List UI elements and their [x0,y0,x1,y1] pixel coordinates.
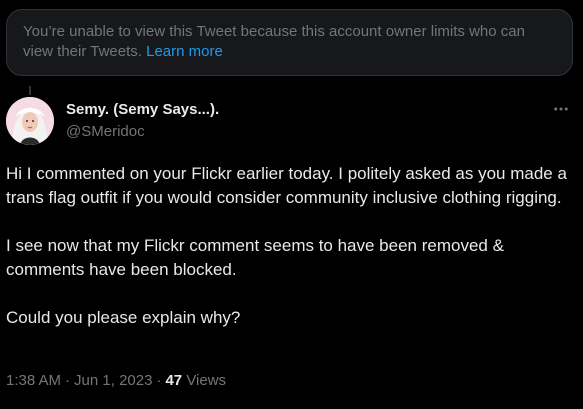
more-horizontal-icon [554,107,568,111]
more-options-button[interactable] [549,99,573,119]
avatar[interactable] [6,97,54,145]
tweet-date[interactable]: Jun 1, 2023 [74,372,152,389]
tweet-time[interactable]: 1:38 AM [6,372,61,389]
avatar-image [6,97,54,145]
thread-connector-line [29,86,31,95]
tweet-paragraph: I see now that my Flickr comment seems t… [6,236,504,279]
views-label: Views [186,372,227,389]
meta-separator: · [156,372,162,389]
tweet-paragraph: Hi I commented on your Flickr earlier to… [6,164,567,207]
author-handle[interactable]: @SMeridoc [66,122,219,142]
notice-text: You’re unable to view this Tweet because… [23,23,525,60]
tweet-body: Hi I commented on your Flickr earlier to… [6,162,576,330]
restricted-tweet-notice: You’re unable to view this Tweet because… [6,9,573,76]
tweet-page: You’re unable to view this Tweet because… [0,0,583,409]
tweet-paragraph: Could you please explain why? [6,308,241,327]
meta-separator: · [65,372,71,389]
author-display-name[interactable]: Semy. (Semy Says...). [66,100,219,120]
views-count[interactable]: 47 [165,372,182,389]
tweet-metadata: 1:38 AM · Jun 1, 2023 · 47 Views [6,371,226,391]
author-info: Semy. (Semy Says...). @SMeridoc [66,100,219,142]
learn-more-link[interactable]: Learn more [146,43,223,60]
